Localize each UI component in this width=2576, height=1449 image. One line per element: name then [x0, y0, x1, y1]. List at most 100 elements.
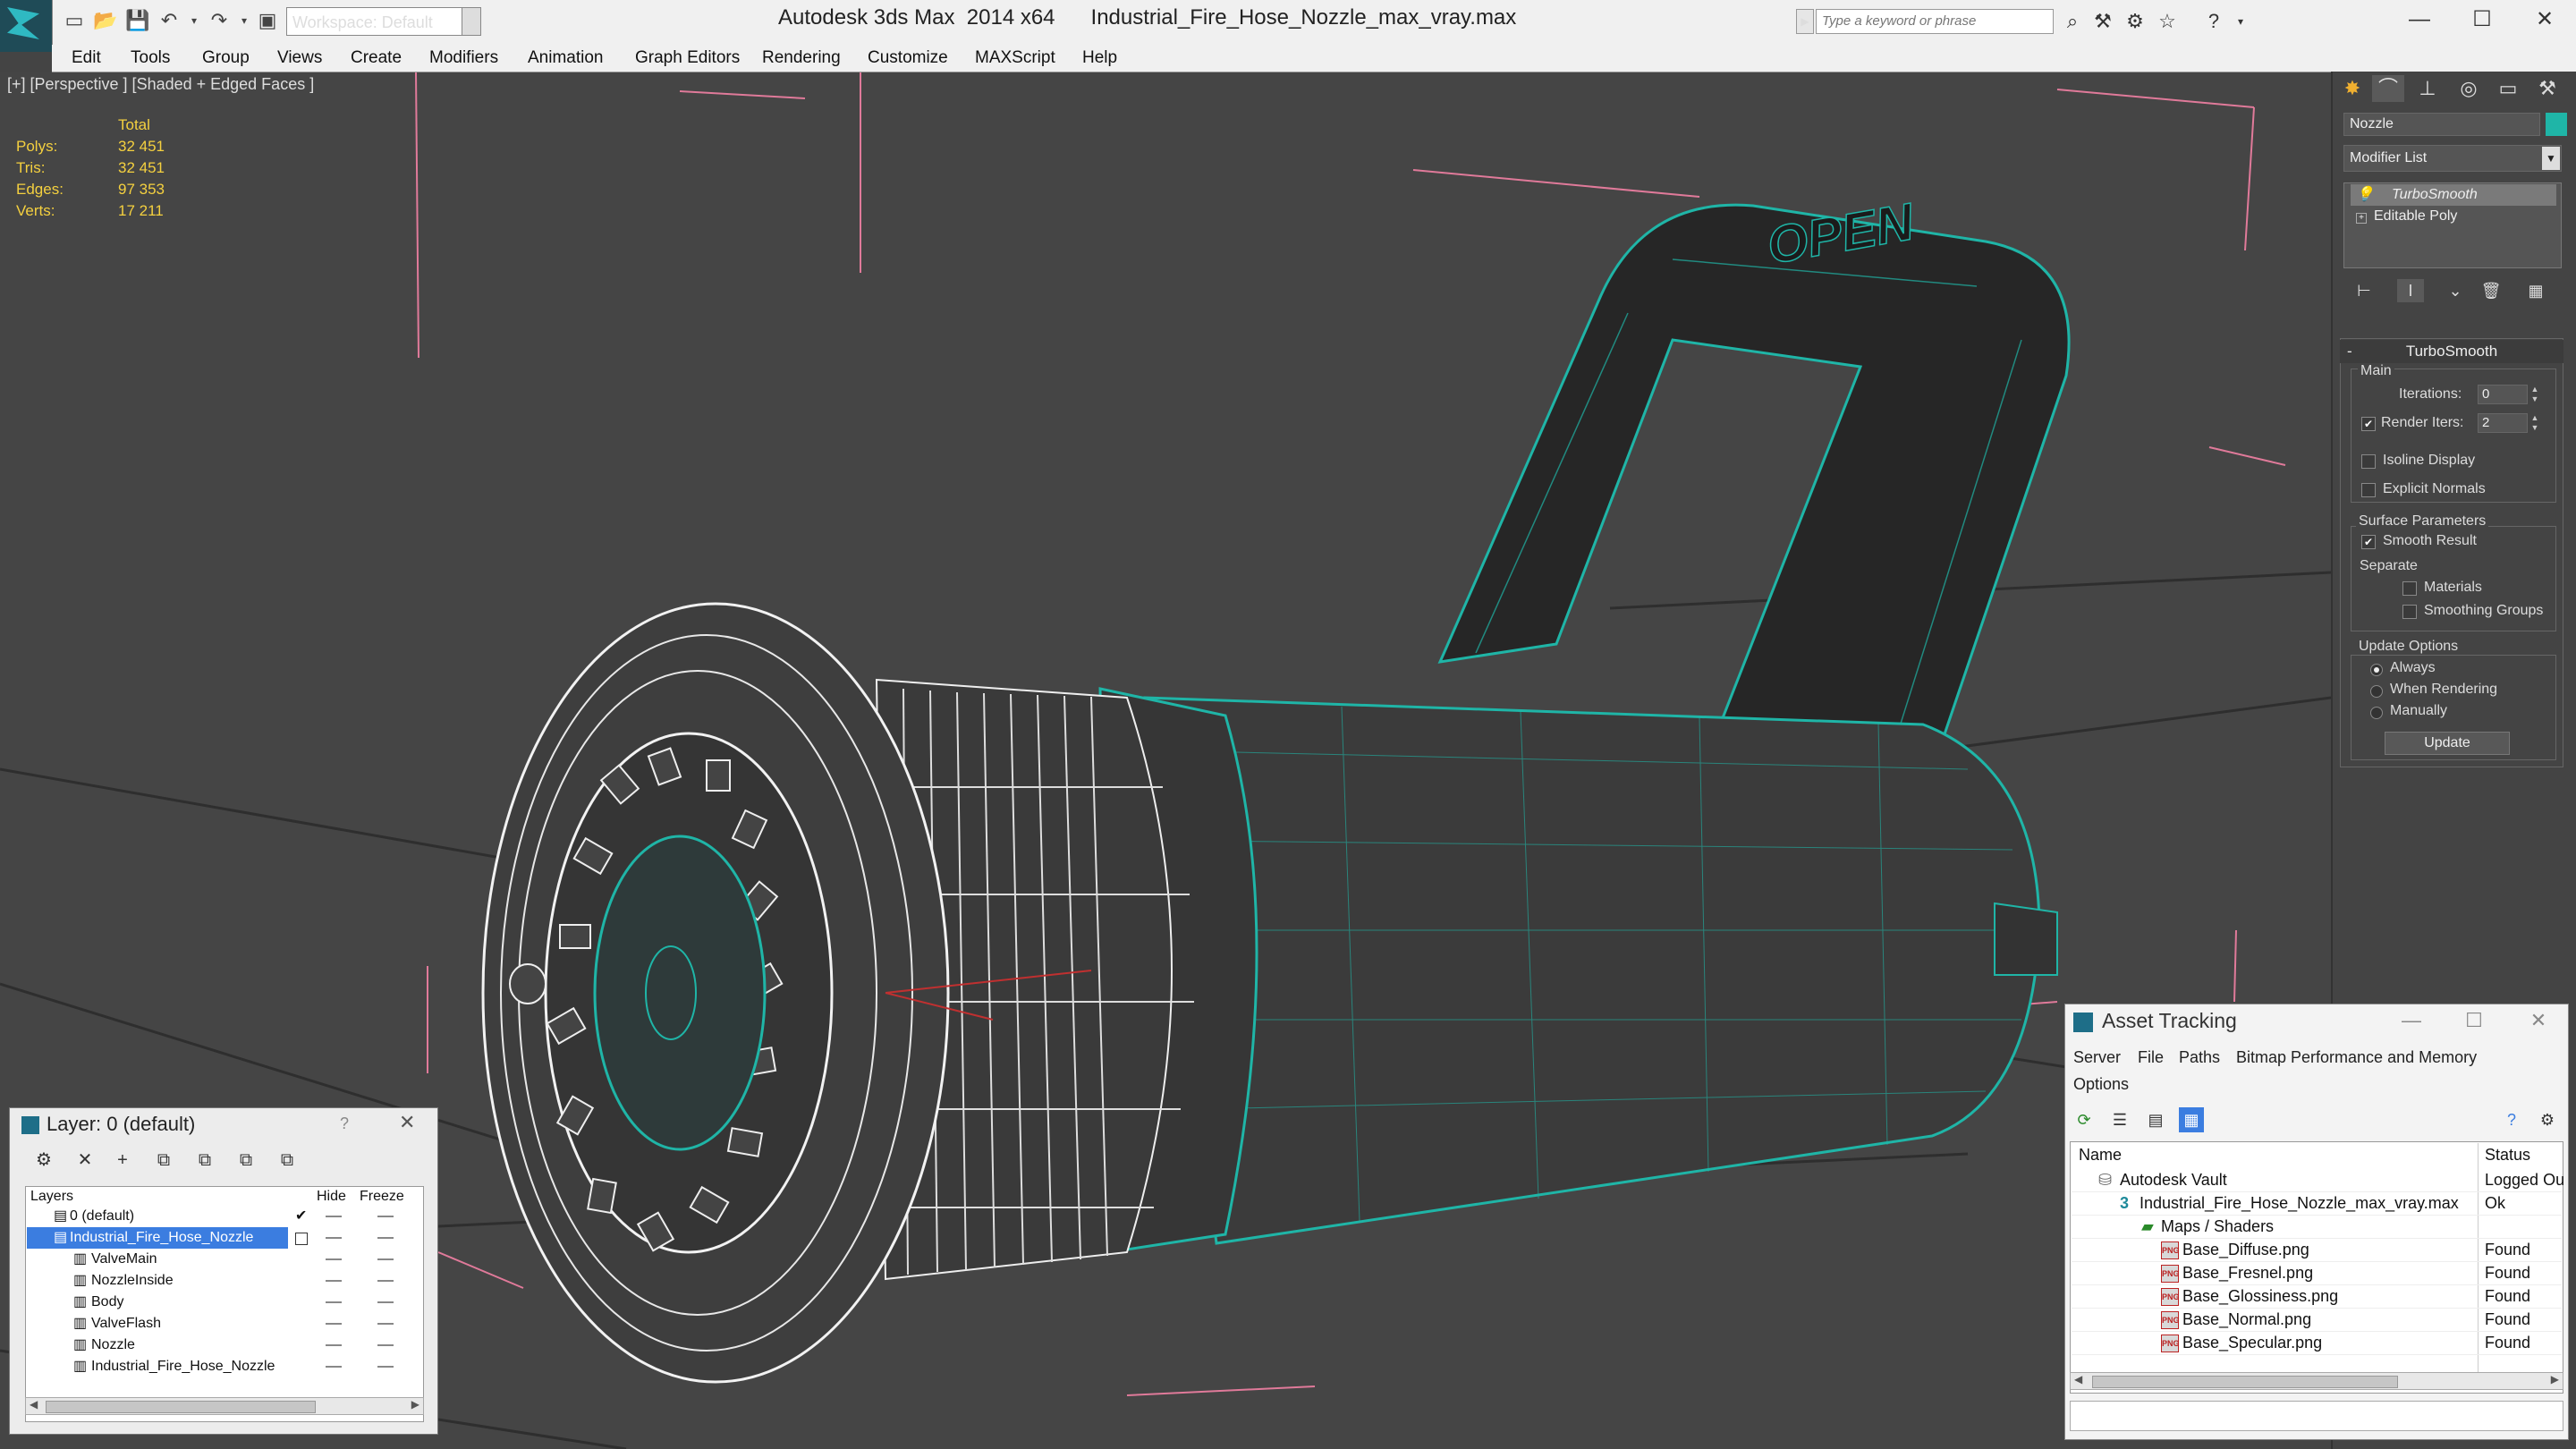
column-header-layers[interactable]: Layers	[30, 1188, 73, 1206]
modify-tab-icon[interactable]: ⌒	[2372, 75, 2404, 102]
asset-row[interactable]: 3 Industrial_Fire_Hose_Nozzle_max_vray.m…	[2072, 1191, 2562, 1216]
column-header-freeze[interactable]: Freeze	[360, 1188, 404, 1206]
hide-all-layers-icon[interactable]: ⧉	[234, 1148, 258, 1172]
column-header-name[interactable]: Name	[2079, 1143, 2122, 1166]
manually-radio[interactable]	[2370, 707, 2383, 719]
search-input[interactable]: Type a keyword or phrase	[1816, 9, 2054, 34]
close-icon[interactable]: ✕	[2521, 1007, 2556, 1034]
layer-object-row[interactable]: ▥ ValveFlash	[27, 1313, 420, 1335]
scroll-left-icon[interactable]: ◀	[30, 1398, 38, 1411]
menu-customize[interactable]: Customize	[868, 48, 948, 68]
maximize-icon[interactable]: ☐	[2451, 0, 2513, 39]
smoothing-groups-checkbox[interactable]	[2402, 605, 2417, 619]
workspace-select[interactable]: Workspace: Default	[286, 7, 481, 36]
show-end-result-icon[interactable]: Ι	[2397, 279, 2424, 302]
freeze-toggle[interactable]	[377, 1366, 394, 1368]
spinner-arrows-icon[interactable]: ▲ ▼	[2529, 413, 2540, 433]
spinner-arrows-icon[interactable]: ▲ ▼	[2529, 385, 2540, 404]
help-icon[interactable]: ?	[2200, 9, 2227, 34]
menu-animation[interactable]: Animation	[528, 48, 604, 68]
layer-object-row[interactable]: ▥ NozzleInside	[27, 1270, 420, 1292]
menu-modifiers[interactable]: Modifiers	[429, 48, 498, 68]
asset-row[interactable]: PNG Base_Specular.png Found	[2072, 1331, 2562, 1355]
layer-object-row[interactable]: ▥ Body	[27, 1292, 420, 1313]
refresh-icon[interactable]: ⟳	[2072, 1107, 2097, 1132]
undo-icon[interactable]: ↶	[157, 9, 181, 32]
freeze-toggle[interactable]	[377, 1323, 394, 1325]
menu-help[interactable]: Help	[1082, 48, 1117, 68]
object-color-swatch[interactable]	[2546, 113, 2567, 136]
minimize-icon[interactable]: —	[2388, 0, 2451, 39]
always-radio[interactable]	[2370, 664, 2383, 676]
settings-icon[interactable]: ⚙	[2535, 1107, 2560, 1132]
rollout-header[interactable]: - TurboSmooth	[2340, 340, 2563, 363]
isoline-display-checkbox[interactable]	[2361, 454, 2376, 469]
menu-group[interactable]: Group	[202, 48, 250, 68]
layer-object-row[interactable]: ▥ Nozzle	[27, 1335, 420, 1356]
minimize-icon[interactable]: —	[2394, 1007, 2429, 1034]
asset-row[interactable]: ⛁ Autodesk Vault Logged Ou	[2072, 1168, 2564, 1192]
asset-menu-options[interactable]: Options	[2073, 1075, 2129, 1094]
collapse-minus-icon[interactable]: -	[2347, 340, 2352, 363]
binoculars-icon[interactable]: ⌕	[2059, 9, 2086, 34]
freeze-all-layers-icon[interactable]: ⧉	[275, 1148, 299, 1172]
asset-row[interactable]: PNG Base_Fresnel.png Found	[2072, 1261, 2562, 1285]
help-dropdown-icon[interactable]: ▾	[2227, 9, 2254, 34]
remove-modifier-icon[interactable]: 🗑	[2478, 279, 2504, 302]
pin-stack-icon[interactable]: ⊢	[2351, 279, 2377, 302]
make-unique-icon[interactable]: ⌄	[2442, 279, 2469, 302]
object-name-field[interactable]: Nozzle	[2343, 113, 2540, 136]
stack-item-editable-poly[interactable]: + Editable Poly	[2351, 206, 2556, 227]
asset-row[interactable]: ▰ Maps / Shaders	[2072, 1215, 2562, 1239]
when-rendering-radio[interactable]	[2370, 685, 2383, 698]
modifier-list-dropdown[interactable]: Modifier List	[2343, 145, 2562, 172]
save-file-icon[interactable]: 💾	[125, 9, 149, 32]
render-iters-spinner[interactable]: 2	[2478, 413, 2528, 433]
add-layer-icon[interactable]: +	[111, 1148, 134, 1172]
menu-maxscript[interactable]: MAXScript	[975, 48, 1055, 68]
hide-toggle[interactable]	[326, 1237, 342, 1239]
favorites-star-icon[interactable]: ☆	[2154, 9, 2181, 34]
open-file-icon[interactable]: 📂	[93, 9, 117, 32]
configure-sets-icon[interactable]: ▦	[2522, 279, 2549, 302]
column-header-status[interactable]: Status	[2485, 1143, 2530, 1166]
freeze-toggle[interactable]	[377, 1258, 394, 1260]
hide-toggle[interactable]	[326, 1366, 342, 1368]
table-view-icon[interactable]: ▦	[2179, 1107, 2204, 1132]
asset-menu-file[interactable]: File	[2138, 1048, 2164, 1067]
thumbnail-view-icon[interactable]: ▤	[2143, 1107, 2168, 1132]
explicit-normals-checkbox[interactable]	[2361, 483, 2376, 497]
scroll-thumb[interactable]	[46, 1401, 316, 1413]
scroll-thumb[interactable]	[2092, 1376, 2398, 1388]
stack-item-turbosmooth[interactable]: 💡 TurboSmooth	[2351, 184, 2556, 206]
scroll-right-icon[interactable]: ▶	[2551, 1373, 2559, 1385]
display-tab-icon[interactable]: ▭	[2492, 75, 2524, 102]
freeze-toggle[interactable]	[377, 1280, 394, 1282]
layer-manager-icon[interactable]: ⚙	[32, 1148, 55, 1172]
freeze-toggle[interactable]	[377, 1216, 394, 1217]
undo-dropdown-icon[interactable]: ▾	[182, 9, 206, 32]
layer-object-row[interactable]: ▥ Industrial_Fire_Hose_Nozzle	[27, 1356, 420, 1377]
menu-graph-editors[interactable]: Graph Editors	[635, 48, 740, 68]
create-tab-icon[interactable]: ✸	[2336, 75, 2368, 102]
close-icon[interactable]: ✕	[399, 1111, 415, 1134]
new-file-icon[interactable]: ▭	[63, 9, 86, 32]
hierarchy-tab-icon[interactable]: ⊥	[2411, 75, 2444, 102]
chevron-down-icon[interactable]: ▼	[462, 7, 481, 36]
subscription-icon[interactable]: ⚒	[2089, 9, 2116, 34]
list-view-icon[interactable]: ☰	[2107, 1107, 2132, 1132]
freeze-toggle[interactable]	[377, 1237, 394, 1239]
maximize-icon[interactable]: ☐	[2456, 1007, 2492, 1034]
menu-edit[interactable]: Edit	[72, 48, 101, 68]
layer-row-selected[interactable]: ▤ Industrial_Fire_Hose_Nozzle	[27, 1227, 288, 1249]
help-icon[interactable]: ?	[2499, 1107, 2524, 1132]
project-folder-icon[interactable]: ▣	[256, 9, 279, 32]
hide-toggle[interactable]	[326, 1301, 342, 1303]
asset-row[interactable]: PNG Base_Glossiness.png Found	[2072, 1284, 2562, 1309]
asset-menu-bitmap-performance[interactable]: Bitmap Performance and Memory	[2236, 1048, 2477, 1067]
select-objects-icon[interactable]: ⧉	[152, 1148, 175, 1172]
highlight-layer-icon[interactable]: ⧉	[193, 1148, 216, 1172]
layer-row[interactable]: ▤ 0 (default) ✔	[27, 1206, 420, 1227]
asset-path-field[interactable]	[2070, 1401, 2563, 1431]
horizontal-scrollbar[interactable]: ◀ ▶	[25, 1397, 424, 1415]
